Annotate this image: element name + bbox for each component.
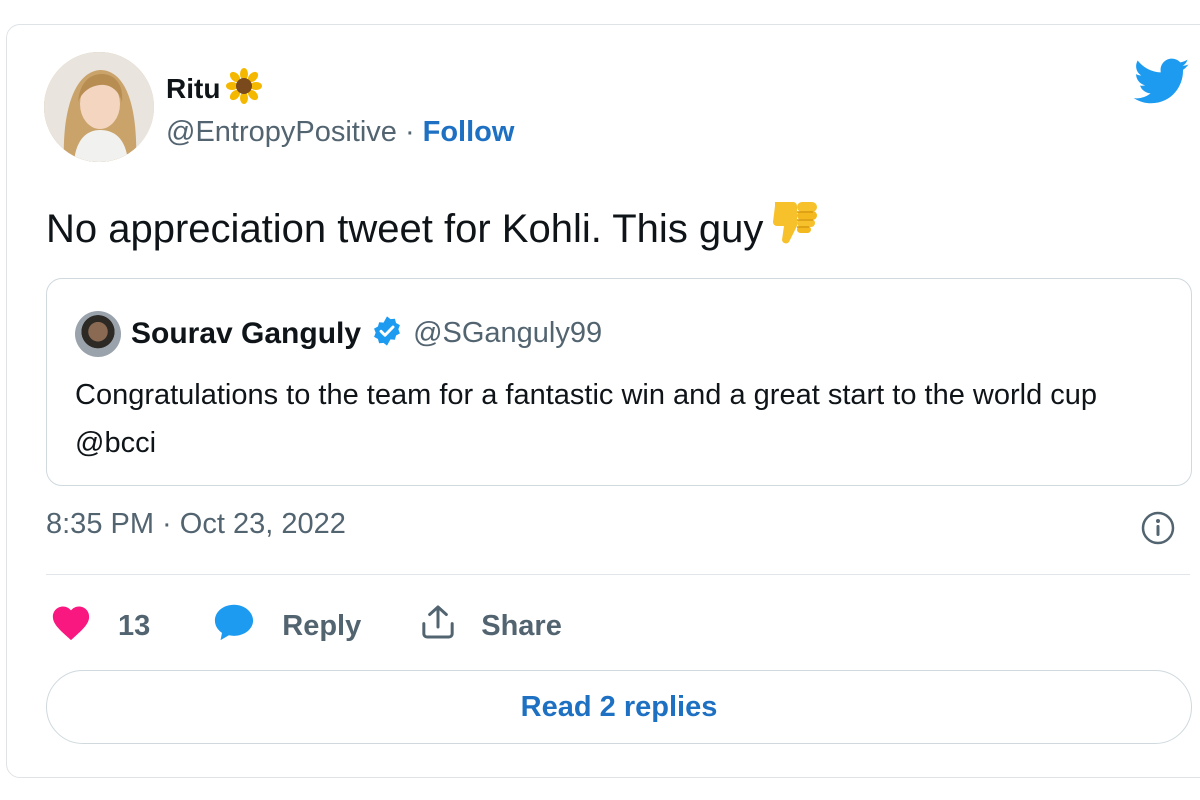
quoted-author-name[interactable]: Sourav Ganguly — [131, 317, 361, 351]
info-icon[interactable] — [1140, 510, 1176, 551]
handle-separator: · — [404, 116, 415, 148]
sunflower-icon — [226, 68, 263, 109]
share-label: Share — [481, 609, 562, 642]
quoted-author-avatar[interactable] — [75, 311, 121, 357]
tweet-actions: 13 Reply Share — [50, 602, 562, 650]
verified-badge-icon — [371, 315, 403, 352]
author-name[interactable]: Ritu — [166, 73, 220, 105]
quoted-tweet[interactable]: Sourav Ganguly @SGanguly99 Congratulatio… — [46, 278, 1192, 486]
thumbs-down-icon — [767, 196, 823, 262]
author-handle-row: @EntropyPositive · Follow — [166, 116, 514, 149]
tweet-timestamp[interactable]: 8:35 PM · Oct 23, 2022 — [46, 508, 346, 541]
heart-icon — [50, 603, 92, 649]
author-handle[interactable]: @EntropyPositive — [166, 116, 397, 149]
tweet-text-row: No appreciation tweet for Kohli. This gu… — [46, 196, 823, 262]
share-button[interactable]: Share — [417, 602, 562, 650]
quoted-tweet-header: Sourav Ganguly @SGanguly99 — [131, 315, 602, 352]
follow-button[interactable]: Follow — [423, 116, 515, 149]
author-name-row: Ritu — [166, 68, 263, 109]
share-icon — [417, 602, 459, 650]
read-replies-button[interactable]: Read 2 replies — [46, 670, 1192, 744]
reply-button[interactable]: Reply — [212, 602, 361, 650]
twitter-bird-icon[interactable] — [1133, 58, 1190, 111]
divider — [46, 574, 1190, 575]
reply-bubble-icon — [212, 602, 256, 650]
author-avatar[interactable] — [44, 52, 154, 162]
reply-label: Reply — [282, 609, 362, 642]
like-count: 13 — [118, 609, 151, 642]
quoted-tweet-text: Congratulations to the team for a fantas… — [75, 379, 1098, 459]
tweet-text: No appreciation tweet for Kohli. This gu… — [46, 206, 764, 251]
like-button[interactable]: 13 — [50, 603, 150, 649]
quoted-author-handle[interactable]: @SGanguly99 — [413, 317, 602, 350]
